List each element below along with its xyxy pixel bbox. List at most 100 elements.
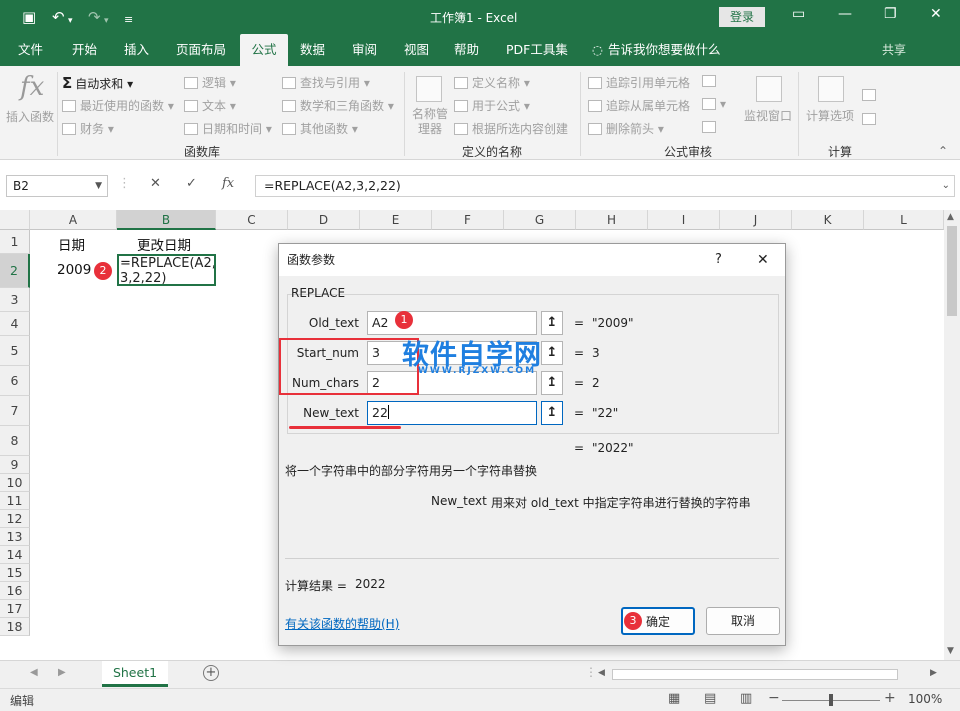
remove-arrows-button[interactable]: 删除箭头 ▾	[588, 120, 664, 137]
share-button[interactable]: 共享	[882, 34, 906, 66]
row-header[interactable]: 10	[0, 474, 30, 492]
hscroll-left-icon[interactable]: ◀	[598, 668, 605, 678]
normal-view-icon[interactable]: ▦	[668, 691, 680, 706]
close-window-icon[interactable]: ✕	[930, 6, 942, 22]
cancel-button[interactable]: 取消	[706, 607, 780, 635]
zoom-slider-thumb[interactable]	[829, 694, 833, 706]
cell-a1[interactable]: 日期	[58, 234, 85, 254]
scroll-thumb[interactable]	[947, 226, 957, 316]
collapse-dialog-icon[interactable]: ↥	[541, 401, 563, 425]
insert-function-button[interactable]: 插入函数	[6, 108, 54, 125]
trace-precedents-button[interactable]: 追踪引用单元格	[588, 74, 690, 91]
recent-functions-button[interactable]: 最近使用的函数 ▾	[62, 97, 174, 114]
watch-window-button[interactable]: 监视窗口	[744, 107, 792, 124]
row-header[interactable]: 15	[0, 564, 30, 582]
row-header[interactable]: 17	[0, 600, 30, 618]
datetime-button[interactable]: 日期和时间 ▾	[184, 120, 272, 137]
use-in-formula-button[interactable]: 用于公式 ▾	[454, 97, 530, 114]
collapse-ribbon-icon[interactable]: ⌃	[938, 144, 948, 158]
login-button[interactable]: 登录	[719, 7, 765, 27]
page-layout-view-icon[interactable]: ▤	[704, 691, 716, 706]
column-header[interactable]: I	[648, 210, 720, 230]
next-sheet-icon[interactable]: ▶	[58, 667, 66, 678]
evaluate-formula-icon[interactable]	[702, 120, 720, 134]
name-box-dropdown-icon[interactable]: ▼	[95, 176, 102, 196]
row-header[interactable]: 1	[0, 230, 30, 254]
row-header[interactable]: 2	[0, 254, 30, 288]
autosum-button[interactable]: Σ 自动求和 ▾	[62, 74, 133, 92]
scroll-up-icon[interactable]: ▲	[947, 212, 954, 222]
tab-pdf-tools[interactable]: PDF工具集	[502, 34, 572, 66]
row-header[interactable]: 7	[0, 396, 30, 426]
column-header[interactable]: C	[216, 210, 288, 230]
row-header[interactable]: 9	[0, 456, 30, 474]
row-header[interactable]: 5	[0, 336, 30, 366]
tab-page-layout[interactable]: 页面布局	[172, 34, 230, 66]
row-header[interactable]: 18	[0, 618, 30, 636]
vertical-scrollbar[interactable]: ▲ ▼	[944, 210, 960, 660]
save-icon[interactable]: ▣	[22, 7, 36, 27]
cell-b1[interactable]: 更改日期	[137, 234, 191, 254]
active-cell-b2[interactable]: =REPLACE(A2, 3,2,22)	[117, 254, 216, 286]
error-checking-icon[interactable]: ▾	[702, 97, 726, 111]
select-all-corner[interactable]	[0, 210, 30, 230]
formula-input[interactable]: =REPLACE(A2,3,2,22) ⌄	[255, 175, 955, 197]
create-from-selection-button[interactable]: 根据所选内容创建	[454, 120, 568, 137]
undo-dropdown-icon[interactable]: ▾	[68, 11, 73, 31]
column-header[interactable]: G	[504, 210, 576, 230]
define-name-button[interactable]: 定义名称 ▾	[454, 74, 530, 91]
zoom-out-button[interactable]: −	[768, 690, 780, 706]
row-header[interactable]: 12	[0, 510, 30, 528]
calc-sheet-icon[interactable]	[862, 112, 880, 126]
expand-formula-icon[interactable]: ⌄	[942, 176, 950, 196]
customize-toolbar-icon[interactable]: ≡	[124, 10, 133, 30]
hscroll-right-icon[interactable]: ▶	[930, 668, 937, 678]
lookup-button[interactable]: 查找与引用 ▾	[282, 74, 370, 91]
tab-help[interactable]: 帮助	[450, 34, 483, 66]
page-break-view-icon[interactable]: ▥	[740, 691, 752, 706]
help-icon[interactable]: ?	[715, 244, 722, 276]
other-functions-button[interactable]: 其他函数 ▾	[282, 120, 358, 137]
sheet-tab-sheet1[interactable]: Sheet1	[102, 661, 168, 687]
tab-data[interactable]: 数据	[296, 34, 329, 66]
show-formulas-icon[interactable]	[702, 74, 720, 88]
redo-icon[interactable]: ↷	[88, 7, 101, 27]
undo-icon[interactable]: ↶	[52, 7, 65, 27]
prev-sheet-icon[interactable]: ◀	[30, 667, 38, 678]
redo-dropdown-icon[interactable]: ▾	[104, 11, 109, 31]
collapse-dialog-icon[interactable]: ↥	[541, 341, 563, 365]
tab-splitter-icon[interactable]: ⋮	[585, 665, 597, 679]
tab-file[interactable]: 文件	[14, 34, 47, 66]
column-header[interactable]: E	[360, 210, 432, 230]
row-header[interactable]: 13	[0, 528, 30, 546]
arg-input-old-text[interactable]: A2	[367, 311, 537, 335]
tab-view[interactable]: 视图	[400, 34, 433, 66]
row-header[interactable]: 6	[0, 366, 30, 396]
logical-button[interactable]: 逻辑 ▾	[184, 74, 236, 91]
function-help-link[interactable]: 有关该函数的帮助(H)	[285, 615, 399, 632]
dialog-close-icon[interactable]: ✕	[757, 244, 769, 276]
calc-now-icon[interactable]	[862, 88, 880, 102]
zoom-in-button[interactable]: +	[884, 690, 896, 706]
minimize-icon[interactable]: —	[838, 6, 852, 22]
column-header[interactable]: B	[117, 210, 216, 230]
row-header[interactable]: 4	[0, 312, 30, 336]
column-header[interactable]: K	[792, 210, 864, 230]
name-box[interactable]: B2 ▼	[6, 175, 108, 197]
calc-options-button[interactable]: 计算选项	[806, 107, 854, 124]
row-header[interactable]: 11	[0, 492, 30, 510]
add-sheet-icon[interactable]: +	[203, 665, 219, 681]
trace-dependents-button[interactable]: 追踪从属单元格	[588, 97, 690, 114]
column-header[interactable]: F	[432, 210, 504, 230]
row-header[interactable]: 3	[0, 288, 30, 312]
text-functions-button[interactable]: 文本 ▾	[184, 97, 236, 114]
column-header[interactable]: J	[720, 210, 792, 230]
ribbon-display-icon[interactable]: ▭	[792, 6, 805, 22]
column-header[interactable]: H	[576, 210, 648, 230]
scroll-down-icon[interactable]: ▼	[947, 646, 954, 656]
enter-icon[interactable]: ✓	[186, 176, 197, 191]
restore-icon[interactable]: ❐	[884, 6, 897, 22]
row-header[interactable]: 8	[0, 426, 30, 456]
tab-formulas[interactable]: 公式	[240, 34, 288, 66]
row-header[interactable]: 14	[0, 546, 30, 564]
